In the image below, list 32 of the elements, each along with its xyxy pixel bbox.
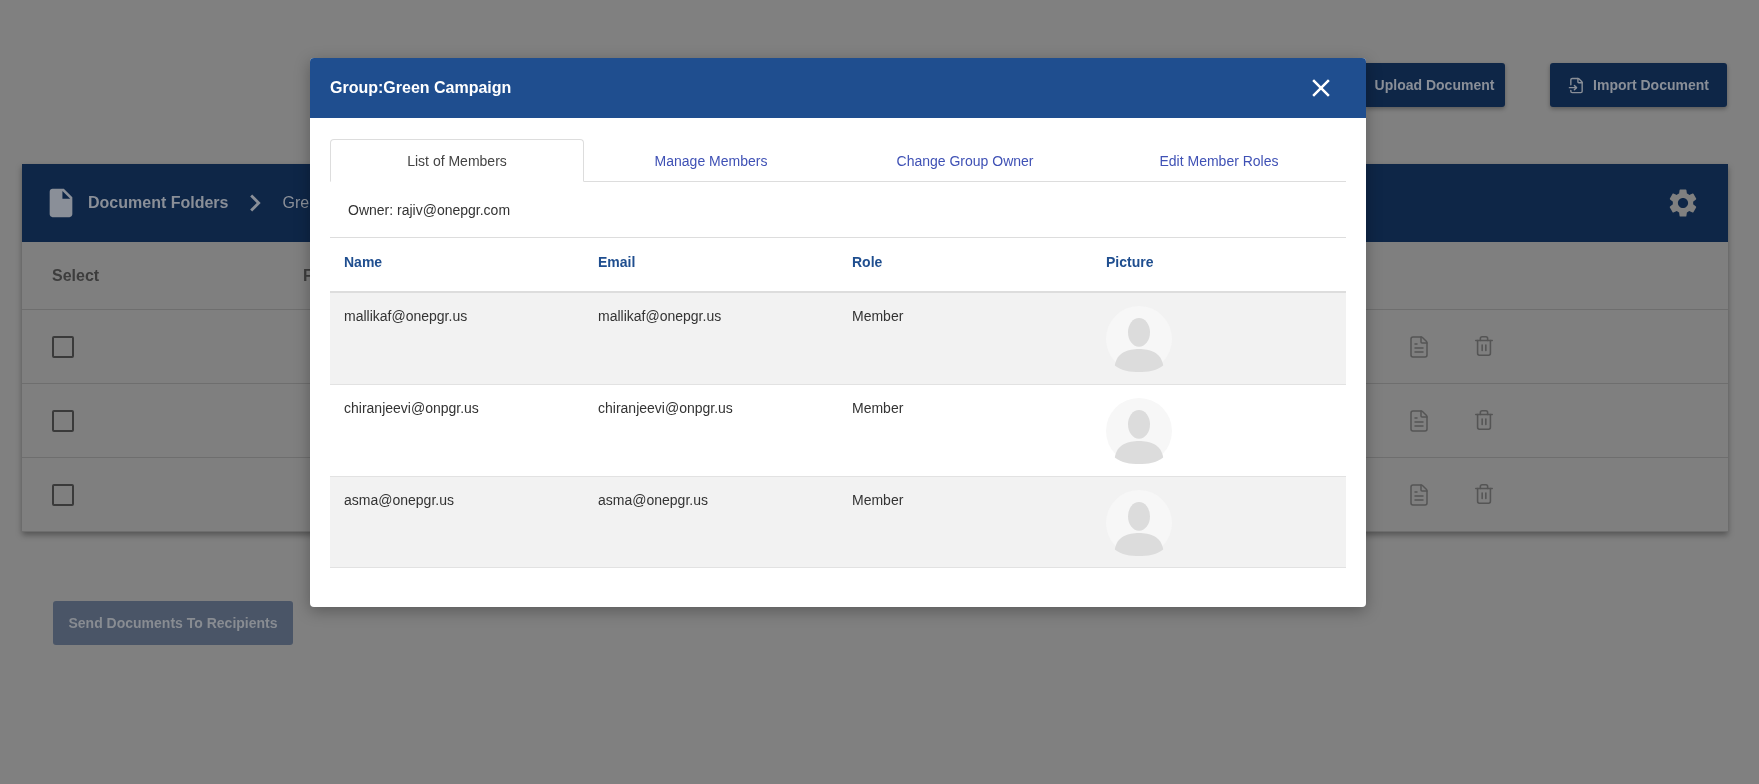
member-name: asma@onepgr.us	[343, 491, 455, 510]
select-checkbox[interactable]	[52, 335, 74, 358]
document-icon[interactable]	[1407, 408, 1431, 433]
member-role: Member	[851, 491, 905, 510]
breadcrumb-current: Gre	[282, 194, 310, 212]
member-name: mallikaf@onepgr.us	[343, 307, 469, 326]
member-email: mallikaf@onepgr.us	[597, 307, 723, 326]
avatar-icon	[1106, 398, 1172, 464]
select-checkbox[interactable]	[52, 409, 74, 432]
column-header: Name	[343, 253, 384, 272]
member-email: chiranjeevi@onpgr.us	[597, 399, 734, 418]
document-action-button[interactable]: Upload Document	[1366, 63, 1505, 107]
document-action-button[interactable]: Import Document	[1550, 63, 1727, 107]
select-checkbox[interactable]	[52, 483, 74, 506]
dialog-tab[interactable]: List of Members	[330, 139, 584, 182]
column-header: Picture	[1105, 253, 1155, 272]
member-role: Member	[851, 399, 905, 418]
breadcrumb-link[interactable]: Document Folders	[88, 194, 229, 212]
member-email: asma@onepgr.us	[597, 491, 709, 510]
column-header: Role	[851, 253, 884, 272]
column-header: Email	[597, 253, 637, 272]
member-name: chiranjeevi@onpgr.us	[343, 399, 480, 418]
document-icon[interactable]	[1407, 334, 1431, 359]
owner-text: Owner: rajiv@onepgr.com	[348, 201, 511, 218]
member-role: Member	[851, 307, 905, 326]
delete-icon[interactable]	[1473, 334, 1495, 357]
document-icon[interactable]	[1407, 482, 1431, 507]
delete-icon[interactable]	[1473, 408, 1495, 431]
delete-icon[interactable]	[1473, 482, 1495, 505]
file-import-icon	[1568, 76, 1586, 94]
column-header: Select	[52, 266, 101, 285]
dialog-title: Group:Green Campaign	[330, 79, 512, 97]
